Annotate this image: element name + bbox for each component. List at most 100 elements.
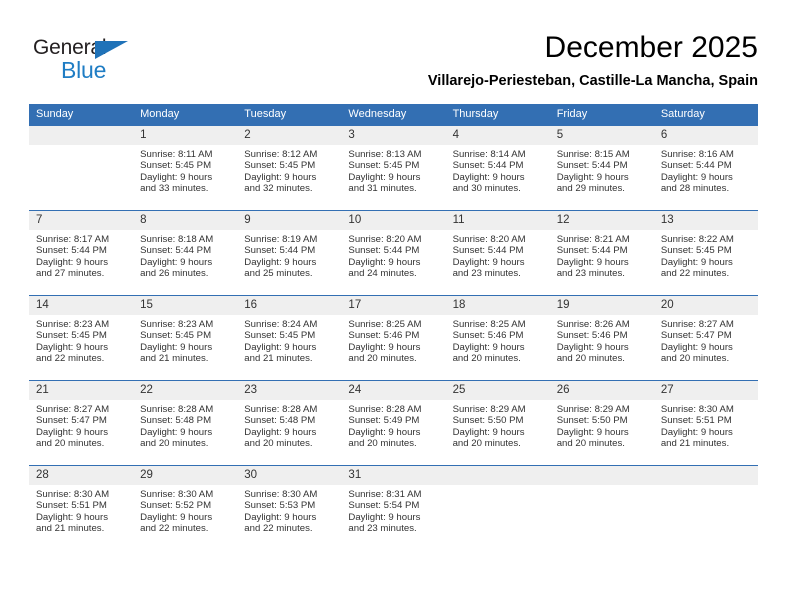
day-details: Sunrise: 8:20 AM Sunset: 5:44 PM Daylight:… (341, 230, 445, 280)
day-detail-line: Daylight: 9 hours (556, 426, 629, 438)
day-detail-line: Sunrise: 8:16 AM (660, 149, 734, 160)
day-detail-line: Sunrise: 8:26 AM (556, 319, 630, 330)
day-number: 21 (29, 381, 134, 400)
calendar-week-row: 1 Sunrise: 8:11 AM Sunset: 5:45 PM Daylight… (29, 126, 758, 211)
day-detail-line: Daylight: 9 hours (36, 341, 108, 353)
day-detail-line: Sunrise: 8:30 AM (660, 404, 734, 415)
day-cell-inner: 16 Sunrise: 8:24 AM Sunset: 5:45 PM Dayligh… (237, 296, 342, 380)
calendar-day-cell[interactable]: 26 Sunrise: 8:29 AM Sunset: 5:50 PM Dayligh… (549, 380, 654, 466)
calendar-day-cell[interactable]: 10 Sunrise: 8:20 AM Sunset: 5:44 PM Dayligh… (341, 210, 446, 296)
calendar-day-cell[interactable]: 15 Sunrise: 8:23 AM Sunset: 5:45 PM Dayligh… (133, 295, 238, 381)
day-number: 13 (653, 211, 758, 230)
day-detail-line: Daylight: 9 hours (556, 341, 629, 353)
day-detail-line: and 20 minutes. (348, 438, 417, 450)
day-number: 16 (237, 296, 342, 315)
day-number: 19 (549, 296, 654, 315)
calendar-day-cell[interactable]: 7 Sunrise: 8:17 AM Sunset: 5:44 PM Daylight… (29, 210, 134, 296)
day-cell-inner: 10 Sunrise: 8:20 AM Sunset: 5:44 PM Dayligh… (341, 211, 446, 295)
calendar-day-cell[interactable]: 13 Sunrise: 8:22 AM Sunset: 5:45 PM Dayligh… (653, 210, 758, 296)
day-detail-line: Sunset: 5:47 PM (660, 330, 732, 342)
calendar-day-cell[interactable]: 3 Sunrise: 8:13 AM Sunset: 5:45 PM Daylight… (341, 126, 446, 211)
day-detail-line: and 26 minutes. (140, 268, 209, 280)
calendar-empty-cell (549, 465, 654, 550)
day-number: 4 (445, 126, 550, 145)
calendar-day-cell[interactable]: 30 Sunrise: 8:30 AM Sunset: 5:53 PM Dayligh… (237, 465, 342, 550)
day-detail-line: Sunrise: 8:28 AM (140, 404, 214, 415)
day-detail-line: Sunrise: 8:29 AM (556, 404, 630, 415)
calendar-day-cell[interactable]: 19 Sunrise: 8:26 AM Sunset: 5:46 PM Dayligh… (549, 295, 654, 381)
day-cell-inner: 8 Sunrise: 8:18 AM Sunset: 5:44 PM Daylight… (133, 211, 238, 295)
calendar-day-cell[interactable]: 21 Sunrise: 8:27 AM Sunset: 5:47 PM Dayligh… (29, 380, 134, 466)
day-detail-line: Sunset: 5:50 PM (556, 415, 628, 427)
weekday-header-tuesday: Tuesday (237, 104, 342, 126)
day-number: 10 (341, 211, 446, 230)
day-detail-line: and 20 minutes. (556, 353, 625, 365)
day-detail-line: Sunset: 5:44 PM (556, 160, 628, 172)
day-detail-line: Sunset: 5:52 PM (140, 500, 212, 512)
calendar-day-cell[interactable]: 12 Sunrise: 8:21 AM Sunset: 5:44 PM Dayligh… (549, 210, 654, 296)
day-detail-line: and 20 minutes. (452, 353, 521, 365)
day-cell-inner: 5 Sunrise: 8:15 AM Sunset: 5:44 PM Daylight… (549, 126, 654, 210)
day-number (653, 466, 758, 485)
calendar-day-cell[interactable]: 29 Sunrise: 8:30 AM Sunset: 5:52 PM Dayligh… (133, 465, 238, 550)
day-details: Sunrise: 8:25 AM Sunset: 5:46 PM Daylight:… (341, 315, 445, 365)
calendar-day-cell[interactable]: 20 Sunrise: 8:27 AM Sunset: 5:47 PM Dayligh… (653, 295, 758, 381)
day-cell-inner: 4 Sunrise: 8:14 AM Sunset: 5:44 PM Daylight… (445, 126, 550, 210)
calendar-day-cell[interactable]: 1 Sunrise: 8:11 AM Sunset: 5:45 PM Daylight… (133, 126, 238, 211)
day-detail-line: and 20 minutes. (660, 353, 730, 365)
day-number: 25 (445, 381, 550, 400)
calendar-day-cell[interactable]: 6 Sunrise: 8:16 AM Sunset: 5:44 PM Daylight… (653, 126, 758, 211)
day-detail-line: Daylight: 9 hours (36, 426, 108, 438)
calendar-day-cell[interactable]: 5 Sunrise: 8:15 AM Sunset: 5:44 PM Daylight… (549, 126, 654, 211)
day-cell-inner: 18 Sunrise: 8:25 AM Sunset: 5:46 PM Dayligh… (445, 296, 550, 380)
calendar-day-cell[interactable]: 11 Sunrise: 8:20 AM Sunset: 5:44 PM Dayligh… (445, 210, 550, 296)
day-detail-line: Daylight: 9 hours (140, 426, 213, 438)
calendar-day-cell[interactable]: 22 Sunrise: 8:28 AM Sunset: 5:48 PM Dayligh… (133, 380, 238, 466)
calendar-empty-cell (653, 465, 758, 550)
calendar-day-cell[interactable]: 4 Sunrise: 8:14 AM Sunset: 5:44 PM Daylight… (445, 126, 550, 211)
day-number: 24 (341, 381, 446, 400)
day-detail-line: Daylight: 9 hours (140, 511, 213, 523)
day-details: Sunrise: 8:15 AM Sunset: 5:44 PM Daylight:… (550, 145, 654, 195)
page-title: December 2025 (544, 31, 758, 64)
general-blue-logo[interactable]: General Blue (33, 36, 153, 84)
calendar-day-cell[interactable]: 24 Sunrise: 8:28 AM Sunset: 5:49 PM Dayligh… (341, 380, 446, 466)
day-detail-line: Sunset: 5:51 PM (660, 415, 732, 427)
day-detail-line: Sunrise: 8:23 AM (140, 319, 214, 330)
calendar-day-cell[interactable]: 23 Sunrise: 8:28 AM Sunset: 5:48 PM Dayligh… (237, 380, 342, 466)
calendar-day-cell[interactable]: 18 Sunrise: 8:25 AM Sunset: 5:46 PM Dayligh… (445, 295, 550, 381)
calendar-day-cell[interactable]: 27 Sunrise: 8:30 AM Sunset: 5:51 PM Dayligh… (653, 380, 758, 466)
day-detail-line: Daylight: 9 hours (140, 341, 213, 353)
calendar-day-cell[interactable]: 2 Sunrise: 8:12 AM Sunset: 5:45 PM Daylight… (237, 126, 342, 211)
day-detail-line: Sunset: 5:50 PM (452, 415, 524, 427)
day-details: Sunrise: 8:27 AM Sunset: 5:47 PM Daylight:… (29, 400, 133, 450)
day-detail-line: Sunrise: 8:15 AM (556, 149, 630, 160)
day-number: 2 (237, 126, 342, 145)
calendar-day-cell[interactable]: 28 Sunrise: 8:30 AM Sunset: 5:51 PM Dayligh… (29, 465, 134, 550)
day-detail-line: Sunset: 5:45 PM (348, 160, 420, 172)
day-detail-line: and 20 minutes. (140, 438, 209, 450)
day-detail-line: and 23 minutes. (452, 268, 521, 280)
day-detail-line: Sunset: 5:45 PM (660, 245, 732, 257)
calendar-day-cell[interactable]: 8 Sunrise: 8:18 AM Sunset: 5:44 PM Daylight… (133, 210, 238, 296)
day-detail-line: Sunrise: 8:20 AM (348, 234, 422, 245)
day-cell-inner (29, 126, 134, 210)
day-detail-line: and 24 minutes. (348, 268, 417, 280)
day-detail-line: and 22 minutes. (244, 523, 313, 535)
day-cell-inner: 15 Sunrise: 8:23 AM Sunset: 5:45 PM Dayligh… (133, 296, 238, 380)
day-detail-line: and 22 minutes. (660, 268, 730, 280)
calendar-day-cell[interactable]: 9 Sunrise: 8:19 AM Sunset: 5:44 PM Daylight… (237, 210, 342, 296)
day-number: 6 (653, 126, 758, 145)
day-details: Sunrise: 8:30 AM Sunset: 5:51 PM Daylight:… (29, 485, 133, 535)
calendar-day-cell[interactable]: 17 Sunrise: 8:25 AM Sunset: 5:46 PM Dayligh… (341, 295, 446, 381)
calendar-day-cell[interactable]: 25 Sunrise: 8:29 AM Sunset: 5:50 PM Dayligh… (445, 380, 550, 466)
day-cell-inner: 9 Sunrise: 8:19 AM Sunset: 5:44 PM Daylight… (237, 211, 342, 295)
calendar-header-row: Sunday Monday Tuesday Wednesday Thursday Frid… (29, 104, 758, 126)
calendar-day-cell[interactable]: 14 Sunrise: 8:23 AM Sunset: 5:45 PM Dayligh… (29, 295, 134, 381)
day-details: Sunrise: 8:27 AM Sunset: 5:47 PM Daylight:… (654, 315, 758, 365)
day-detail-line: Sunrise: 8:17 AM (36, 234, 110, 245)
calendar-day-cell[interactable]: 31 Sunrise: 8:31 AM Sunset: 5:54 PM Dayligh… (341, 465, 446, 550)
day-details: Sunrise: 8:23 AM Sunset: 5:45 PM Daylight:… (29, 315, 133, 365)
day-cell-inner: 12 Sunrise: 8:21 AM Sunset: 5:44 PM Dayligh… (549, 211, 654, 295)
calendar-day-cell[interactable]: 16 Sunrise: 8:24 AM Sunset: 5:45 PM Dayligh… (237, 295, 342, 381)
